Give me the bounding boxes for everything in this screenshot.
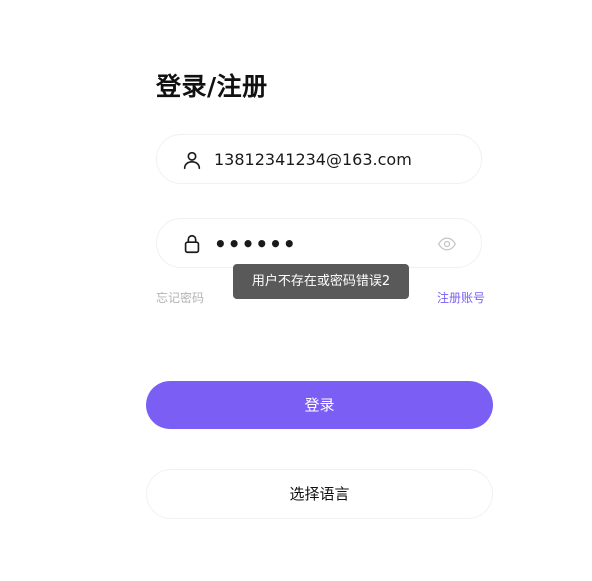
- register-link[interactable]: 注册账号: [437, 290, 485, 306]
- eye-icon[interactable]: [437, 235, 457, 253]
- page-title: 登录/注册: [156, 72, 268, 101]
- select-language-button[interactable]: 选择语言: [146, 469, 493, 519]
- error-toast: 用户不存在或密码错误2: [233, 264, 409, 299]
- lock-icon: [184, 234, 200, 254]
- login-page: 登录/注册 13812341234@163.com •••••• 忘记密码 注册…: [0, 0, 592, 581]
- password-field[interactable]: ••••••: [156, 218, 482, 268]
- password-input[interactable]: ••••••: [214, 219, 297, 269]
- username-input[interactable]: 13812341234@163.com: [214, 135, 412, 185]
- user-icon: [183, 151, 201, 170]
- username-field[interactable]: 13812341234@163.com: [156, 134, 482, 184]
- login-button[interactable]: 登录: [146, 381, 493, 429]
- forgot-password-link[interactable]: 忘记密码: [156, 290, 204, 306]
